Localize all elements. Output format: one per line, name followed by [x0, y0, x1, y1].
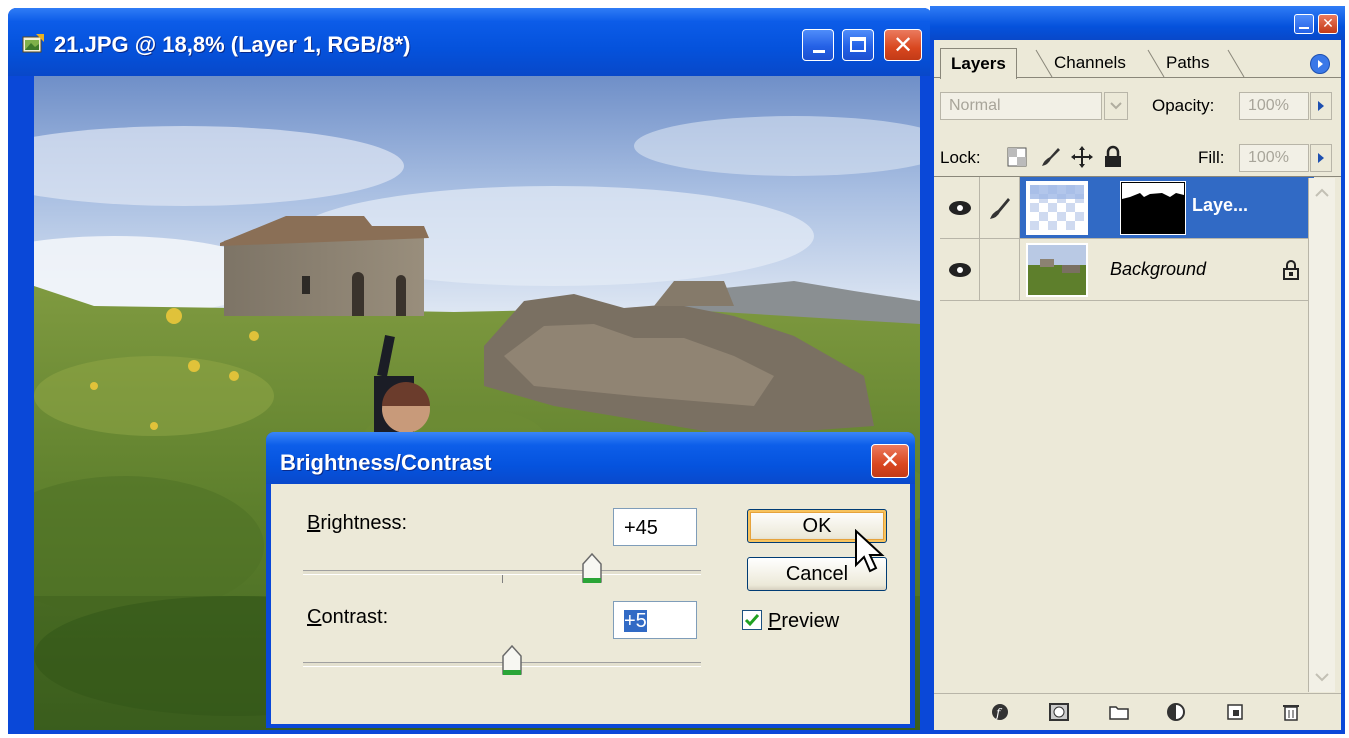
fill-input[interactable]: 100% [1239, 144, 1309, 172]
maximize-icon [850, 37, 866, 52]
preview-label[interactable]: Preview [768, 610, 839, 633]
layer-link-toggle[interactable] [980, 239, 1020, 300]
minimize-icon [1299, 27, 1309, 29]
check-icon [744, 614, 760, 627]
visibility-toggle[interactable] [940, 239, 980, 300]
lock-all-icon[interactable] [1102, 145, 1124, 169]
layer-row-background[interactable]: Background [940, 239, 1314, 301]
close-icon: ✕ [1322, 16, 1334, 32]
adjustment-layer-icon[interactable] [1166, 702, 1188, 722]
add-mask-icon[interactable] [1048, 702, 1070, 722]
lock-image-pixels-brush-icon[interactable] [1038, 145, 1062, 169]
layers-palette-body: Layers Channels Paths Normal Opacity: 10… [934, 40, 1341, 730]
brightness-input[interactable]: +45 [613, 508, 697, 546]
minimize-icon [813, 50, 825, 53]
layers-scrollbar[interactable] [1308, 178, 1335, 692]
triangle-right-icon [1318, 60, 1323, 68]
brush-icon [990, 198, 1010, 219]
contrast-input[interactable]: +5 [613, 601, 697, 639]
opacity-label: Opacity: [1152, 96, 1215, 115]
brightness-contrast-dialog: Brightness/Contrast ✕ Brightness: +45 Co… [266, 432, 915, 728]
palette-close-button[interactable]: ✕ [1318, 14, 1338, 34]
tab-divider [1227, 49, 1245, 78]
lock-icon [1283, 260, 1299, 280]
layer-name[interactable]: Background [1110, 259, 1206, 280]
minimize-button[interactable] [802, 29, 834, 61]
tab-layers[interactable]: Layers [940, 48, 1017, 79]
lock-position-move-icon[interactable] [1070, 145, 1094, 169]
brightness-label: Brightness: [307, 512, 408, 534]
palette-menu-button[interactable] [1310, 54, 1330, 74]
tab-divider [1035, 49, 1053, 78]
maximize-button[interactable] [842, 29, 874, 61]
opacity-input[interactable]: 100% [1239, 92, 1309, 120]
new-group-folder-icon[interactable] [1108, 702, 1130, 722]
document-titlebar[interactable]: 21.JPG @ 18,8% (Layer 1, RGB/8*) ✕ [8, 8, 932, 76]
triangle-right-icon [1318, 153, 1324, 163]
opacity-slider-button[interactable] [1310, 92, 1332, 120]
close-button[interactable]: ✕ [884, 29, 922, 61]
layer-link-toggle[interactable] [980, 177, 1020, 238]
layers-palette-titlebar[interactable]: ✕ [930, 6, 1345, 40]
contrast-slider-thumb[interactable] [501, 644, 523, 678]
blend-mode-select[interactable]: Normal [940, 92, 1102, 120]
preview-checkbox[interactable] [742, 610, 762, 630]
scroll-down-icon[interactable] [1309, 664, 1335, 690]
new-layer-icon[interactable] [1224, 702, 1246, 722]
lock-label: Lock: [940, 148, 981, 167]
image-document-icon [22, 34, 44, 53]
dialog-title: Brightness/Contrast [280, 450, 492, 475]
blend-mode-dropdown-button[interactable] [1104, 92, 1128, 120]
lock-transparent-pixels-icon[interactable] [1006, 146, 1028, 168]
chevron-down-icon [1110, 102, 1122, 110]
close-icon: ✕ [892, 31, 914, 59]
mouse-cursor-icon [855, 529, 885, 573]
layer-style-icon[interactable]: f [990, 702, 1012, 722]
layer-thumbnail-photo [1026, 243, 1088, 297]
contrast-label: Contrast: [307, 606, 389, 628]
fill-label: Fill: [1198, 148, 1225, 167]
layer-name[interactable]: Laye... [1192, 195, 1248, 216]
layer-thumbnail-transparent [1026, 181, 1088, 235]
palette-minimize-button[interactable] [1294, 14, 1314, 34]
fill-slider-button[interactable] [1310, 144, 1332, 172]
layer-mask-thumbnail [1120, 181, 1186, 235]
brightness-center-tick [502, 575, 503, 583]
scroll-up-icon[interactable] [1309, 180, 1335, 206]
tab-divider [1147, 49, 1165, 78]
dialog-body: Brightness: +45 Contrast: +5 OK Cancel P… [271, 484, 910, 724]
dialog-close-button[interactable]: ✕ [871, 444, 909, 478]
brightness-slider-thumb[interactable] [581, 552, 603, 586]
close-icon: ✕ [879, 446, 901, 474]
visibility-toggle[interactable] [940, 177, 980, 238]
dialog-titlebar[interactable]: Brightness/Contrast ✕ [266, 432, 915, 484]
document-title: 21.JPG @ 18,8% (Layer 1, RGB/8*) [54, 32, 411, 57]
layers-bottom-toolbar: f [934, 693, 1341, 730]
tab-channels[interactable]: Channels [1044, 48, 1136, 78]
layers-palette-window: ✕ Layers Channels Paths Normal Opacity: … [930, 6, 1345, 734]
layer-row-layer1[interactable]: Laye... [940, 177, 1314, 239]
eye-icon [949, 263, 971, 277]
trash-icon[interactable] [1280, 702, 1302, 722]
eye-icon [949, 201, 971, 215]
triangle-right-icon [1318, 101, 1324, 111]
